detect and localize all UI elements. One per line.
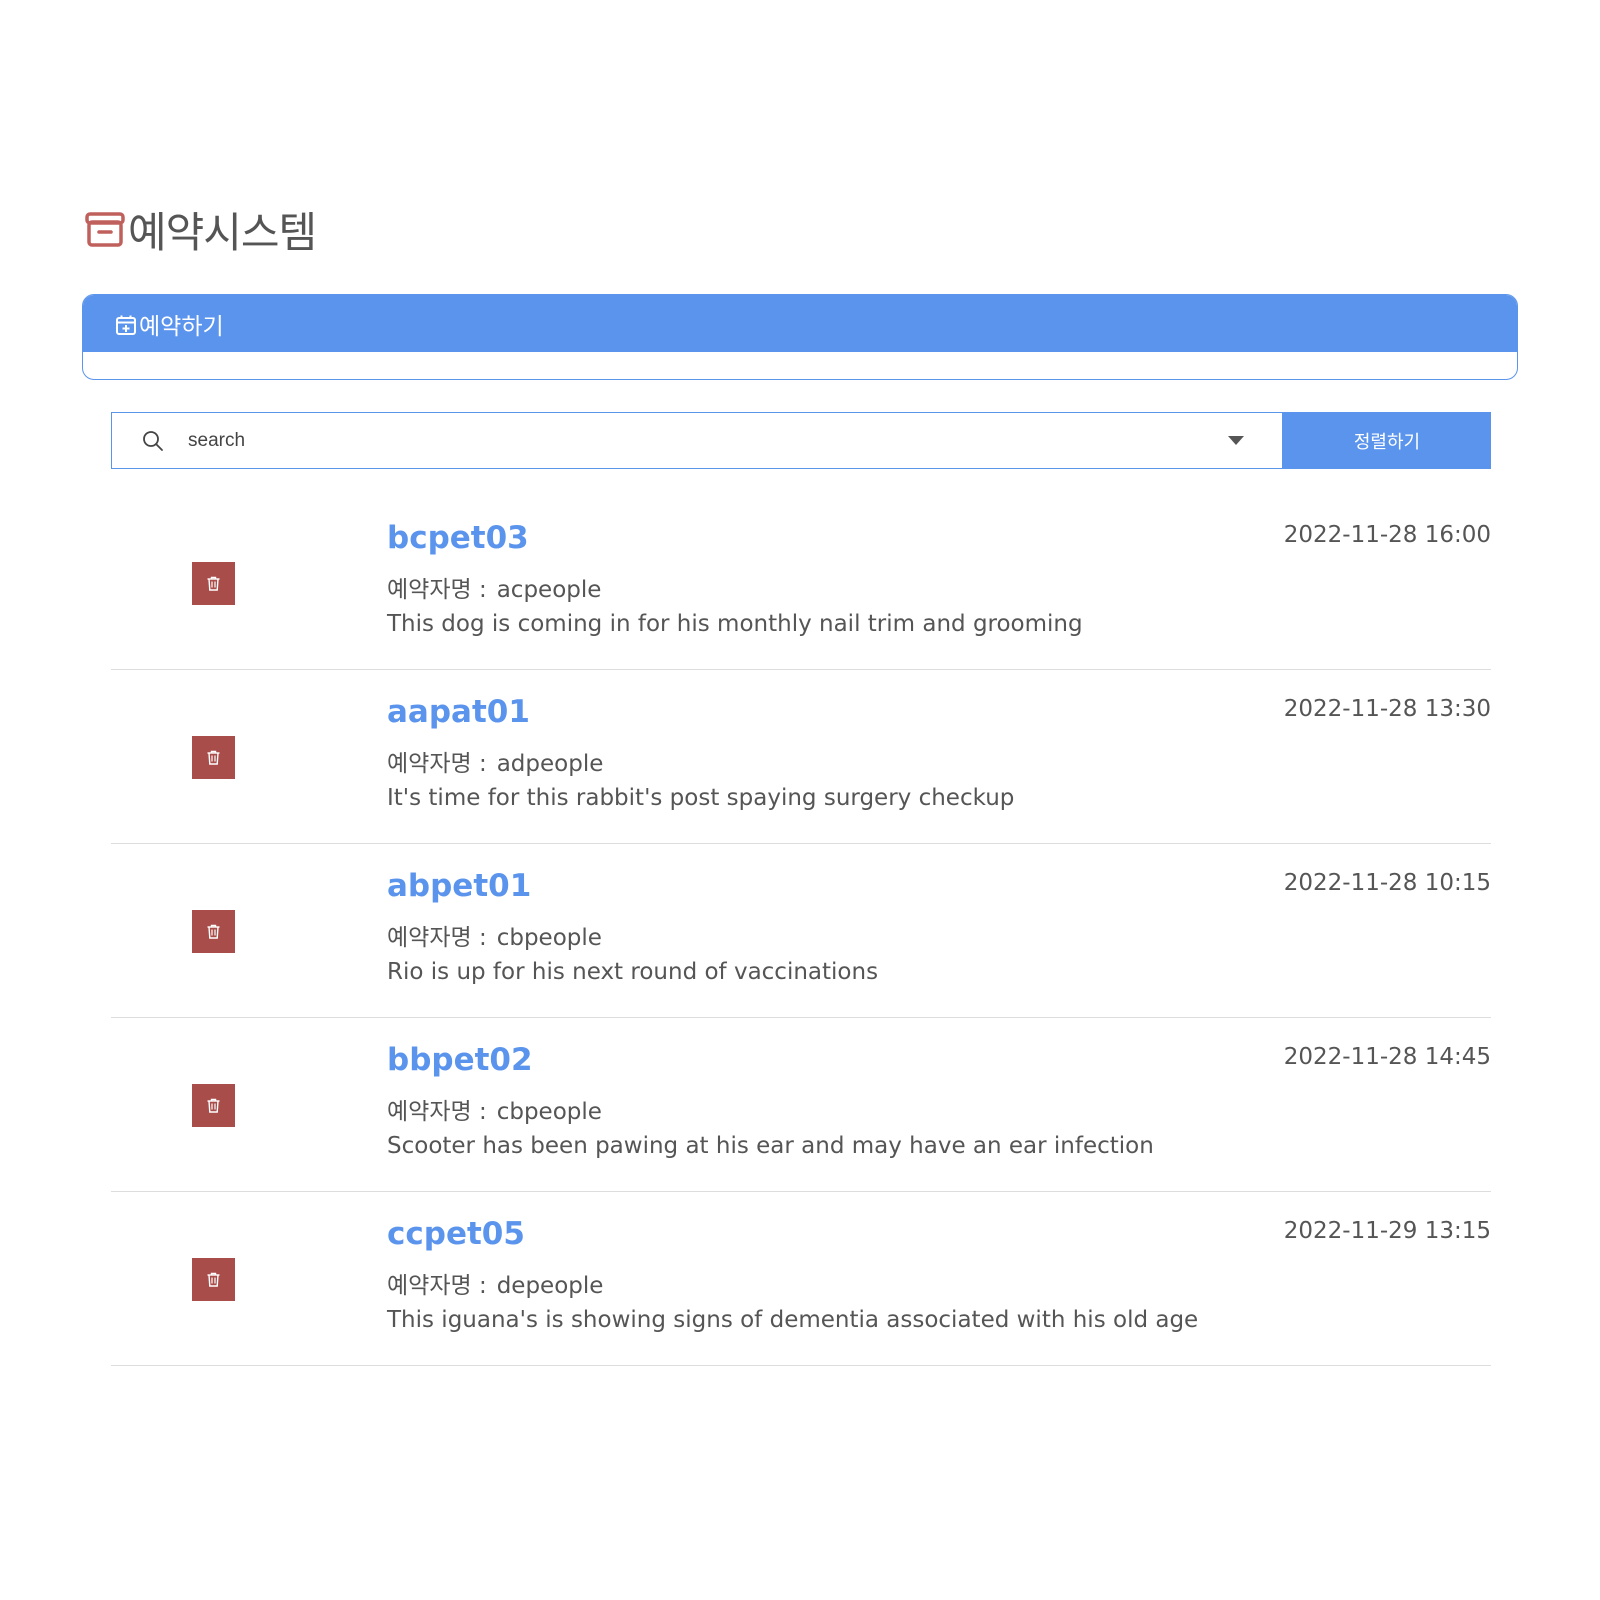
reservation-item: bbpet02 예약자명 : cbpeople Scooter has been … xyxy=(111,1018,1491,1192)
delete-button[interactable] xyxy=(192,1258,235,1301)
pet-id-link[interactable]: bcpet03 xyxy=(387,520,529,556)
reservation-item: ccpet05 예약자명 : depeople This iguana's is … xyxy=(111,1192,1491,1366)
reservation-item: bcpet03 예약자명 : acpeople This dog is comin… xyxy=(111,496,1491,670)
page-header: 예약시스템 xyxy=(84,204,317,257)
reservation-description: This dog is coming in for his monthly na… xyxy=(387,611,1083,637)
owner-name: cbpeople xyxy=(496,1099,602,1125)
reservation-item: aapat01 예약자명 : adpeople It's time for thi… xyxy=(111,670,1491,844)
owner-line: 예약자명 : cbpeople xyxy=(387,1092,602,1126)
owner-line: 예약자명 : adpeople xyxy=(387,744,603,778)
owner-name: cbpeople xyxy=(496,925,602,951)
owner-name: depeople xyxy=(496,1273,604,1299)
pet-id-link[interactable]: bbpet02 xyxy=(387,1042,533,1078)
pet-id-link[interactable]: abpet01 xyxy=(387,868,531,904)
page: 예약시스템 예약하기 정렬하기 xyxy=(0,0,1600,1600)
search-input[interactable] xyxy=(186,428,1190,453)
reservation-description: It's time for this rabbit's post spaying… xyxy=(387,785,1015,811)
owner-name: adpeople xyxy=(496,751,604,777)
owner-label: 예약자명 : xyxy=(387,1273,487,1299)
owner-line: 예약자명 : acpeople xyxy=(387,570,601,604)
trash-icon xyxy=(207,1098,220,1113)
trash-icon xyxy=(207,576,220,591)
search-icon xyxy=(143,430,163,451)
reservation-description: This iguana's is showing signs of dement… xyxy=(387,1307,1199,1333)
owner-label: 예약자명 : xyxy=(387,751,487,777)
owner-label: 예약자명 : xyxy=(387,1099,487,1125)
delete-button[interactable] xyxy=(192,736,235,779)
reservation-datetime: 2022-11-28 14:45 xyxy=(1283,1044,1491,1070)
owner-label: 예약자명 : xyxy=(387,925,487,951)
reserve-button[interactable]: 예약하기 xyxy=(83,295,1517,352)
reservation-datetime: 2022-11-28 13:30 xyxy=(1283,696,1491,722)
reserve-panel: 예약하기 xyxy=(82,294,1518,380)
reservation-list: bcpet03 예약자명 : acpeople This dog is comin… xyxy=(111,496,1491,1366)
archive-box-icon xyxy=(85,212,125,247)
delete-button[interactable] xyxy=(192,1084,235,1127)
sort-button[interactable]: 정렬하기 xyxy=(1283,412,1491,469)
owner-line: 예약자명 : depeople xyxy=(387,1266,603,1300)
pet-id-link[interactable]: aapat01 xyxy=(387,694,530,730)
reservation-item: abpet01 예약자명 : cbpeople Rio is up for his… xyxy=(111,844,1491,1018)
reservation-datetime: 2022-11-28 10:15 xyxy=(1283,870,1491,896)
reservation-datetime: 2022-11-28 16:00 xyxy=(1283,522,1491,548)
trash-icon xyxy=(207,1272,220,1287)
owner-line: 예약자명 : cbpeople xyxy=(387,918,602,952)
calendar-plus-icon xyxy=(116,315,136,335)
search-box xyxy=(111,412,1283,469)
page-title: 예약시스템 xyxy=(128,207,317,257)
delete-button[interactable] xyxy=(192,562,235,605)
reservation-datetime: 2022-11-29 13:15 xyxy=(1283,1218,1491,1244)
reservation-description: Scooter has been pawing at his ear and m… xyxy=(387,1133,1154,1159)
pet-id-link[interactable]: ccpet05 xyxy=(387,1216,525,1252)
owner-name: acpeople xyxy=(496,577,602,603)
reservation-description: Rio is up for his next round of vaccinat… xyxy=(387,959,879,985)
trash-icon xyxy=(207,924,220,939)
delete-button[interactable] xyxy=(192,910,235,953)
reserve-label: 예약하기 xyxy=(139,313,224,340)
search-bar: 정렬하기 xyxy=(111,412,1491,469)
trash-icon xyxy=(207,750,220,765)
owner-label: 예약자명 : xyxy=(387,577,487,603)
chevron-down-icon[interactable] xyxy=(1228,436,1244,445)
